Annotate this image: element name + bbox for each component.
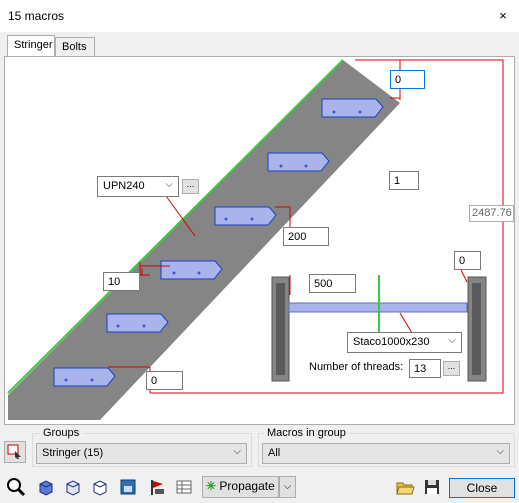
chevron-down-icon: ⌵: [165, 179, 173, 190]
bottom-offset-input[interactable]: 0: [146, 371, 183, 390]
propagate-dropdown[interactable]: ⌵: [279, 476, 296, 498]
groups-select-value: Stringer (15): [42, 447, 104, 459]
tread: [106, 313, 169, 333]
chevron-down-icon: ⌵: [233, 446, 241, 457]
chevron-down-icon: ⌵: [448, 335, 456, 346]
spacing-input[interactable]: 200: [283, 227, 329, 246]
detail-offset-input[interactable]: 500: [309, 274, 356, 293]
tread: [267, 152, 330, 172]
right-offset-input[interactable]: 0: [454, 251, 481, 270]
top-offset-input[interactable]: 0: [390, 70, 425, 89]
inquire-icon[interactable]: [4, 475, 28, 499]
macros-in-group-select[interactable]: All ⌵: [262, 443, 510, 464]
offset-input[interactable]: 10: [103, 272, 140, 291]
threads-browse-button[interactable]: ...: [443, 361, 460, 376]
threads-label: Number of threads:: [309, 361, 404, 373]
tread: [53, 367, 116, 387]
tread-count-input[interactable]: 1: [389, 171, 419, 190]
groups-label: Groups: [40, 427, 83, 439]
propagate-icon: ✳: [206, 479, 217, 493]
groups-select[interactable]: Stringer (15) ⌵: [36, 443, 247, 464]
threads-input[interactable]: 13: [409, 359, 441, 378]
save-model-icon[interactable]: [116, 475, 140, 499]
detail-profile-select[interactable]: Staco1000x230 ⌵: [347, 332, 462, 353]
chevron-down-icon: ⌵: [496, 446, 504, 457]
save-icon[interactable]: [420, 475, 444, 499]
profile-select[interactable]: UPN240 ⌵: [97, 176, 179, 197]
propagate-button[interactable]: ✳ Propagate: [202, 476, 279, 498]
length-label: 2487.76: [469, 205, 514, 222]
macros-in-group-value: All: [268, 447, 281, 459]
select-cursor-icon: [7, 444, 21, 459]
propagate-label: Propagate: [219, 479, 275, 493]
tread: [214, 206, 277, 226]
detail-profile-value: Staco1000x230: [353, 336, 430, 348]
chevron-down-icon: ⌵: [283, 481, 292, 492]
cube-wire-icon[interactable]: [61, 475, 85, 499]
pick-button[interactable]: [4, 441, 26, 463]
table-icon[interactable]: [172, 475, 196, 499]
flag-icon[interactable]: [145, 475, 169, 499]
profile-browse-button[interactable]: ...: [182, 179, 199, 194]
tread: [321, 98, 384, 118]
close-button[interactable]: Close: [449, 478, 515, 498]
profile-select-value: UPN240: [103, 180, 145, 192]
open-folder-icon[interactable]: [393, 475, 417, 499]
macros-in-group-label: Macros in group: [264, 427, 349, 439]
cube-icon[interactable]: [34, 475, 58, 499]
tread: [160, 260, 223, 280]
cube-outline-icon[interactable]: [88, 475, 112, 499]
